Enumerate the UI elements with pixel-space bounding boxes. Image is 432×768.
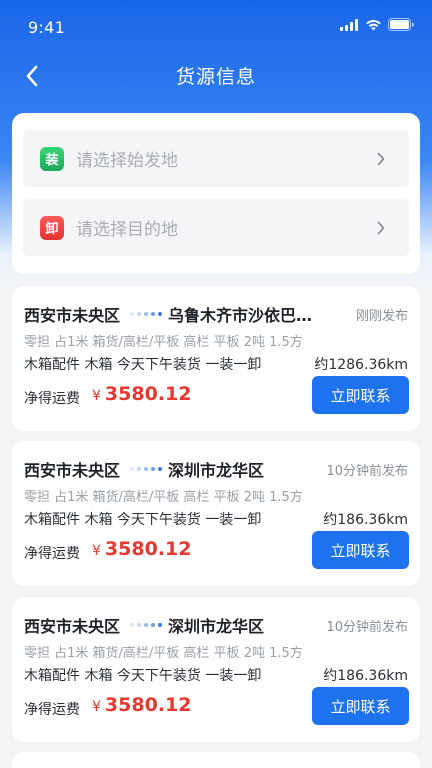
origin-city: 西安市未央区 xyxy=(24,617,121,636)
signal-icon xyxy=(340,18,358,31)
currency-symbol: ¥ xyxy=(92,388,101,404)
destination-city: 深圳市龙华区 xyxy=(168,617,265,636)
origin-city: 西安市未央区 xyxy=(24,461,121,480)
battery-icon xyxy=(388,18,414,31)
cargo-route: 西安市未央区 乌鲁木齐市沙依巴克区 刚刚发布 xyxy=(24,303,408,325)
contact-button[interactable]: 立即联系 xyxy=(312,531,409,569)
fee-label: 净得运费 xyxy=(24,546,80,562)
cargo-card[interactable]: 西安市未央区 深圳市龙华区 10分钟前发布 零担 占1米 箱货/高栏/平板 高栏… xyxy=(12,597,420,742)
cargo-card[interactable]: 西安市未央区 深圳市龙华区 10分钟前发布 零担 占1米 箱货/高栏/平板 高栏… xyxy=(12,441,420,586)
destination-city: 深圳市龙华区 xyxy=(168,461,265,480)
cargo-specs: 零担 占1米 箱货/高栏/平板 高栏 平板 2吨 1.5方 xyxy=(24,490,303,505)
fee-value: ¥3580.12 xyxy=(92,694,191,716)
fee-value: ¥3580.12 xyxy=(92,383,191,405)
destination-city: 乌鲁木齐市沙依巴克区 xyxy=(168,306,319,325)
fee-amount: 3580.12 xyxy=(104,538,192,560)
post-time: 刚刚发布 xyxy=(355,308,408,324)
currency-symbol: ¥ xyxy=(92,699,101,715)
status-icons xyxy=(340,18,414,31)
status-time: 9:41 xyxy=(28,18,66,37)
fee-label: 净得运费 xyxy=(24,391,80,407)
fee-amount: 3580.12 xyxy=(104,694,192,716)
origin-placeholder: 请选择始发地 xyxy=(76,151,178,171)
destination-selector[interactable]: 卸 请选择目的地 xyxy=(23,199,409,256)
unload-badge: 卸 xyxy=(40,215,64,240)
nav-bar: 货源信息 xyxy=(0,56,432,96)
post-time: 10分钟前发布 xyxy=(326,463,408,479)
origin-city: 西安市未央区 xyxy=(24,306,121,325)
fee-amount: 3580.12 xyxy=(104,383,192,405)
goods-info: 木箱配件 木箱 今天下午装货 一装一卸 xyxy=(24,357,262,373)
goods-info: 木箱配件 木箱 今天下午装货 一装一卸 xyxy=(24,512,262,528)
route-selector-card: 装 请选择始发地 卸 请选择目的地 xyxy=(12,113,420,274)
contact-button[interactable]: 立即联系 xyxy=(312,687,409,725)
distance: 约1286.36km xyxy=(314,357,408,373)
page-title: 货源信息 xyxy=(175,66,256,88)
wifi-icon xyxy=(366,19,381,30)
cargo-card[interactable] xyxy=(12,752,420,768)
origin-selector[interactable]: 装 请选择始发地 xyxy=(23,130,409,187)
load-badge: 装 xyxy=(40,146,64,171)
route-dots-icon xyxy=(130,467,163,471)
cargo-specs: 零担 占1米 箱货/高栏/平板 高栏 平板 2吨 1.5方 xyxy=(24,335,303,350)
route-dots-icon xyxy=(130,623,163,627)
cargo-route: 西安市未央区 深圳市龙华区 10分钟前发布 xyxy=(24,458,408,480)
post-time: 10分钟前发布 xyxy=(326,619,408,635)
distance: 约186.36km xyxy=(323,668,408,684)
cargo-specs: 零担 占1米 箱货/高栏/平板 高栏 平板 2吨 1.5方 xyxy=(24,646,303,661)
currency-symbol: ¥ xyxy=(92,543,101,559)
chevron-right-icon xyxy=(377,221,389,235)
destination-placeholder: 请选择目的地 xyxy=(76,220,178,240)
status-bar: 9:41 xyxy=(0,0,432,56)
cargo-card[interactable]: 西安市未央区 乌鲁木齐市沙依巴克区 刚刚发布 零担 占1米 箱货/高栏/平板 高… xyxy=(12,286,420,431)
route-dots-icon xyxy=(130,312,163,316)
distance: 约186.36km xyxy=(323,512,408,528)
goods-info: 木箱配件 木箱 今天下午装货 一装一卸 xyxy=(24,668,262,684)
cargo-route: 西安市未央区 深圳市龙华区 10分钟前发布 xyxy=(24,614,408,636)
fee-label: 净得运费 xyxy=(24,702,80,718)
contact-button[interactable]: 立即联系 xyxy=(312,376,409,414)
fee-value: ¥3580.12 xyxy=(92,538,191,560)
chevron-right-icon xyxy=(377,152,389,166)
